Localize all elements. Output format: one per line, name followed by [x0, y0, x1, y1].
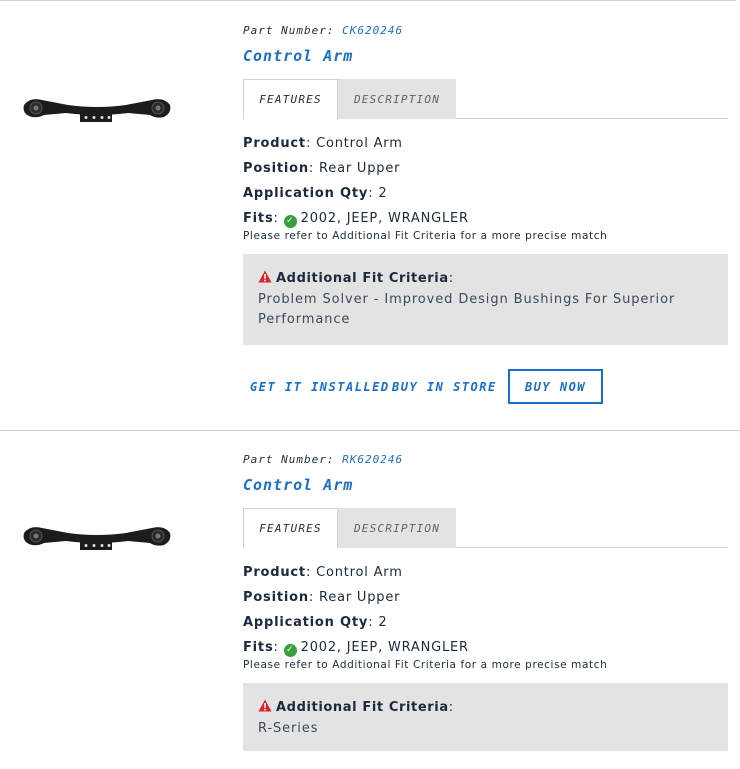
spec-qty-value: 2 [378, 615, 388, 630]
warning-triangle-icon [258, 699, 272, 712]
product-title[interactable]: Control Arm [243, 47, 353, 65]
spec-fits-value: 2002, JEEP, WRANGLER [300, 640, 469, 655]
spec-qty: Application Qty: 2 [243, 186, 388, 201]
spec-product-label: Product [243, 136, 306, 151]
spec-position-label: Position [243, 590, 309, 605]
spec-list: Product: Control Arm Position: Rear Uppe… [243, 135, 728, 235]
action-bar: GET IT INSTALLED BUY IN STORE BUY NOW [243, 369, 728, 405]
criteria-title: Additional Fit Criteria [276, 271, 449, 286]
check-circle-icon: ✓ [283, 215, 297, 228]
spec-qty-label: Application Qty [243, 615, 369, 630]
check-circle-icon: ✓ [283, 644, 297, 657]
spec-product-label: Product [243, 565, 306, 580]
product-card: Part Number: CK620246 Control Arm FEATUR… [0, 1, 740, 429]
buy-in-store-button[interactable]: BUY IN STORE [392, 369, 497, 404]
criteria-heading: Additional Fit Criteria: [258, 270, 713, 290]
product-card: Part Number: RK620246 Control Arm FEATUR… [0, 430, 740, 769]
warning-triangle-icon [258, 270, 272, 283]
part-number: Part Number: RK620246 [243, 453, 403, 466]
criteria-heading: Additional Fit Criteria: [258, 699, 713, 719]
criteria-title: Additional Fit Criteria [276, 700, 449, 715]
spec-qty-value: 2 [378, 186, 388, 201]
fit-note: Please refer to Additional Fit Criteria … [243, 230, 608, 242]
spec-qty-label: Application Qty [243, 186, 369, 201]
spec-list: Product: Control Arm Position: Rear Uppe… [243, 564, 728, 664]
buy-now-button[interactable]: BUY NOW [508, 369, 603, 404]
spec-position-label: Position [243, 161, 309, 176]
additional-fit-criteria: Additional Fit Criteria: Problem Solver … [243, 254, 728, 345]
part-number: Part Number: CK620246 [243, 24, 403, 37]
spec-position-value: Rear Upper [319, 590, 401, 605]
part-number-label: Part Number: [243, 453, 335, 466]
get-it-installed-button[interactable]: GET IT INSTALLED [250, 369, 390, 404]
product-image[interactable] [20, 91, 175, 131]
spec-product-value: Control Arm [316, 565, 403, 580]
product-title[interactable]: Control Arm [243, 476, 353, 494]
fit-note: Please refer to Additional Fit Criteria … [243, 659, 608, 671]
tab-features[interactable]: FEATURES [243, 79, 338, 120]
spec-fits-value: 2002, JEEP, WRANGLER [300, 211, 469, 226]
tab-features[interactable]: FEATURES [243, 508, 338, 549]
criteria-text: Problem Solver - Improved Design Bushing… [258, 292, 676, 327]
spec-position: Position: Rear Upper [243, 161, 401, 176]
tab-description[interactable]: DESCRIPTION [338, 79, 456, 119]
additional-fit-criteria: Additional Fit Criteria: R-Series [243, 683, 728, 751]
spec-product-value: Control Arm [316, 136, 403, 151]
spec-product: Product: Control Arm [243, 136, 403, 151]
part-number-value[interactable]: CK620246 [342, 24, 403, 37]
spec-fits-label: Fits [243, 640, 274, 655]
part-number-value[interactable]: RK620246 [342, 453, 403, 466]
criteria-text: R-Series [258, 721, 319, 736]
spec-qty: Application Qty: 2 [243, 615, 388, 630]
product-image[interactable] [20, 519, 175, 559]
part-number-label: Part Number: [243, 24, 335, 37]
product-tabs: FEATURES DESCRIPTION [243, 79, 728, 120]
spec-product: Product: Control Arm [243, 565, 403, 580]
spec-position-value: Rear Upper [319, 161, 401, 176]
product-tabs: FEATURES DESCRIPTION [243, 508, 728, 549]
tab-description[interactable]: DESCRIPTION [338, 508, 456, 548]
spec-position: Position: Rear Upper [243, 590, 401, 605]
spec-fits-label: Fits [243, 211, 274, 226]
